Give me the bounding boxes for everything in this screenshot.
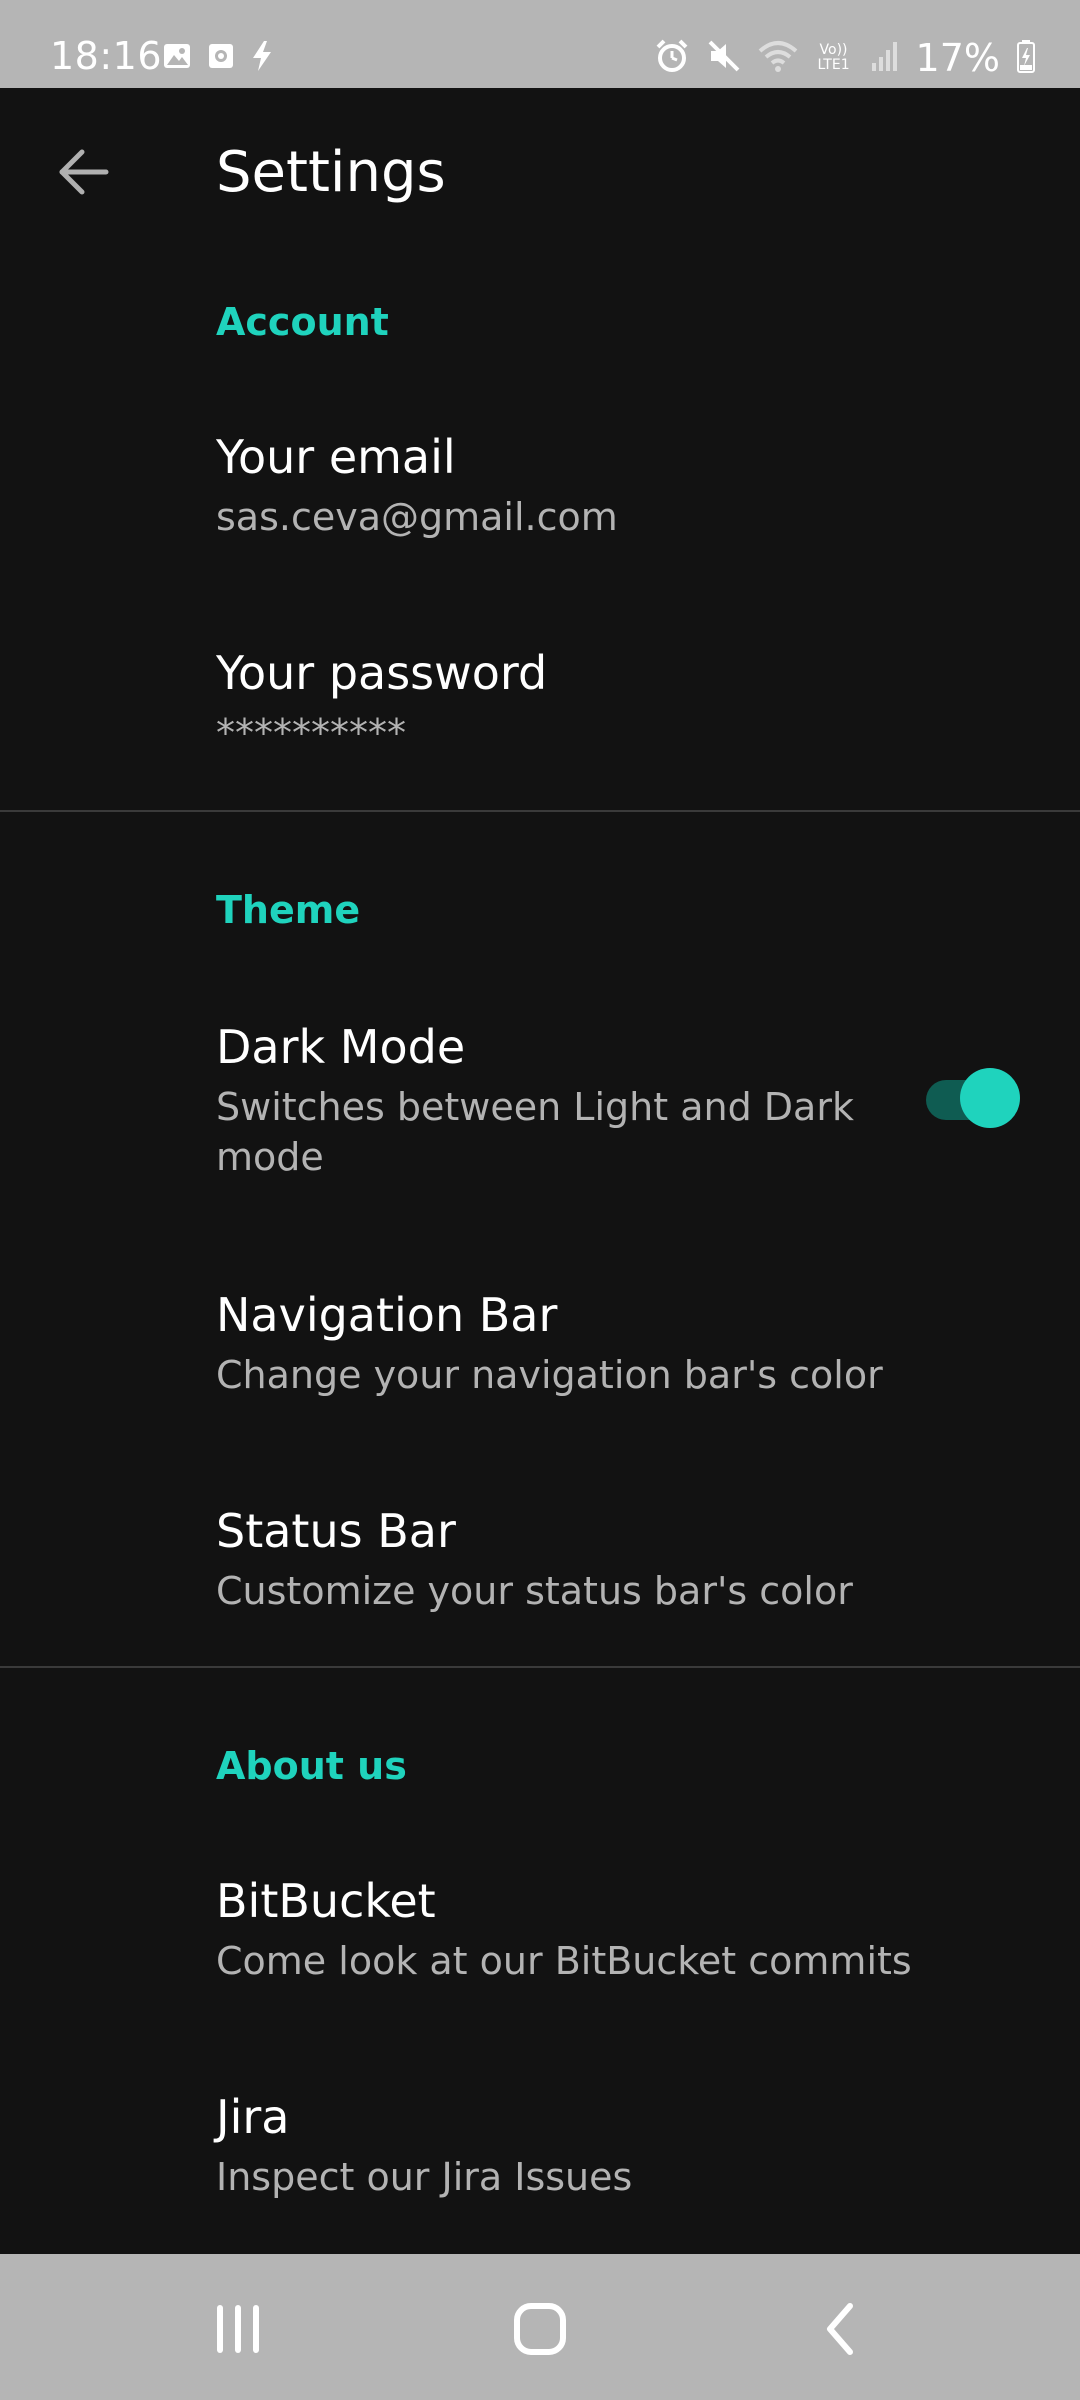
section-divider bbox=[0, 810, 1080, 812]
pref-summary: Inspect our Jira Issues bbox=[216, 2155, 633, 2199]
alarm-icon bbox=[654, 38, 690, 78]
back-icon[interactable] bbox=[800, 2294, 880, 2364]
toggle-thumb bbox=[960, 1068, 1020, 1128]
battery-icon bbox=[1016, 39, 1036, 77]
section-divider bbox=[0, 1666, 1080, 1668]
pref-summary: Change your navigation bar's color bbox=[216, 1353, 883, 1397]
signal-icon bbox=[870, 39, 900, 77]
pref-your-email[interactable]: Your email sas.ceva@gmail.com bbox=[0, 400, 1080, 600]
section-header-account: Account bbox=[216, 300, 389, 344]
mute-icon bbox=[706, 38, 742, 78]
pref-jira[interactable]: Jira Inspect our Jira Issues bbox=[0, 2064, 1080, 2254]
pref-summary: Come look at our BitBucket commits bbox=[216, 1939, 912, 1983]
image-icon bbox=[162, 41, 192, 75]
status-left-icons bbox=[162, 40, 274, 76]
app-bar: Settings bbox=[0, 88, 1080, 260]
section-header-theme: Theme bbox=[216, 888, 361, 932]
status-time: 18:16 bbox=[50, 34, 163, 78]
recents-icon[interactable] bbox=[200, 2294, 280, 2364]
home-icon[interactable] bbox=[500, 2294, 580, 2364]
settings-screen: 18:16 Vo)) LTE1 17% Settings Account You… bbox=[0, 0, 1080, 2400]
section-header-about: About us bbox=[216, 1744, 407, 1788]
pref-summary: Customize your status bar's color bbox=[216, 1569, 853, 1613]
flash-icon bbox=[250, 40, 274, 76]
pref-title: Your password bbox=[216, 646, 548, 700]
pref-title: Navigation Bar bbox=[216, 1288, 558, 1342]
status-right-icons: Vo)) LTE1 17% bbox=[654, 36, 1036, 80]
volte-icon: Vo)) LTE1 bbox=[817, 42, 850, 73]
arrow-back-icon[interactable] bbox=[56, 144, 112, 200]
pref-title: BitBucket bbox=[216, 1874, 436, 1928]
media-icon bbox=[206, 41, 236, 75]
pref-title: Jira bbox=[216, 2090, 290, 2144]
battery-percentage: 17% bbox=[915, 36, 1000, 80]
pref-status-bar[interactable]: Status Bar Customize your status bar's c… bbox=[0, 1478, 1080, 1668]
page-title: Settings bbox=[216, 140, 446, 205]
pref-summary: sas.ceva@gmail.com bbox=[216, 495, 618, 539]
pref-dark-mode[interactable]: Dark Mode Switches between Light and Dar… bbox=[0, 990, 1080, 1230]
status-bar: 18:16 Vo)) LTE1 17% bbox=[0, 0, 1080, 88]
pref-summary: Switches between Light and Dark mode bbox=[216, 1085, 854, 1179]
pref-your-password[interactable]: Your password ********** bbox=[0, 620, 1080, 810]
dark-mode-toggle[interactable] bbox=[926, 1064, 1022, 1130]
wifi-icon bbox=[758, 39, 798, 77]
pref-title: Your email bbox=[216, 430, 456, 484]
system-navigation-bar bbox=[0, 2254, 1080, 2400]
pref-summary: ********** bbox=[216, 711, 406, 755]
pref-title: Status Bar bbox=[216, 1504, 456, 1558]
pref-bitbucket[interactable]: BitBucket Come look at our BitBucket com… bbox=[0, 1846, 1080, 2046]
pref-title: Dark Mode bbox=[216, 1020, 466, 1074]
pref-navigation-bar[interactable]: Navigation Bar Change your navigation ba… bbox=[0, 1260, 1080, 1460]
